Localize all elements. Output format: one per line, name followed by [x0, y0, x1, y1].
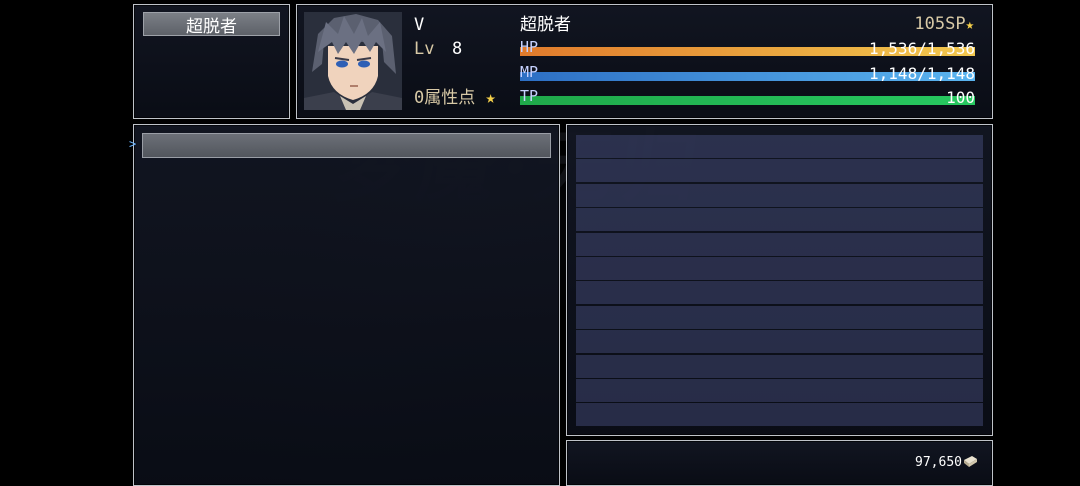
- tp-value: 100: [946, 88, 975, 107]
- mp-label: MP: [520, 63, 539, 81]
- skill-type-window: [133, 124, 560, 486]
- actor-face-portrait: [304, 12, 402, 110]
- double-star-icon: ★: [965, 17, 974, 33]
- class-selector-button[interactable]: 超脱者: [143, 12, 280, 37]
- gold-value: 97,650: [915, 455, 962, 470]
- sp-value: 105SP: [914, 14, 966, 34]
- skill-list-row[interactable]: [576, 232, 983, 256]
- skill-type-selected-row[interactable]: [142, 133, 551, 158]
- mp-value: 1,148/1,148: [869, 64, 975, 83]
- skill-list-row[interactable]: [576, 257, 983, 280]
- level-label: Lv: [414, 39, 435, 59]
- skill-list-row[interactable]: [576, 281, 983, 305]
- tp-label: TP: [520, 87, 539, 105]
- attribute-points: 0属性点 ★: [414, 88, 496, 108]
- skill-list-row[interactable]: [576, 159, 983, 183]
- actor-name: V: [414, 15, 425, 35]
- skill-list-row[interactable]: [576, 135, 983, 158]
- star-icon: ★: [485, 88, 496, 108]
- level-value: 8: [452, 39, 463, 59]
- cursor-arrow-icon: >: [129, 137, 137, 151]
- gold-ingot-icon: [964, 456, 977, 467]
- skill-list-row[interactable]: [576, 305, 983, 329]
- skill-list-row[interactable]: [576, 208, 983, 232]
- skill-list-row[interactable]: [576, 354, 983, 378]
- attribute-points-text: 0属性点: [414, 88, 476, 108]
- gold-display: 97,650: [915, 455, 962, 470]
- skill-list-row[interactable]: [576, 403, 983, 427]
- skill-list-row[interactable]: [576, 330, 983, 354]
- hp-label: HP: [520, 38, 539, 56]
- sp-display: 105SP★: [914, 14, 974, 35]
- skill-list-row[interactable]: [576, 183, 983, 207]
- actor-class-name: 超脱者: [520, 15, 571, 35]
- hp-value: 1,536/1,536: [869, 39, 975, 58]
- skill-list-row[interactable]: [576, 379, 983, 402]
- class-selector-label: 超脱者: [186, 16, 237, 37]
